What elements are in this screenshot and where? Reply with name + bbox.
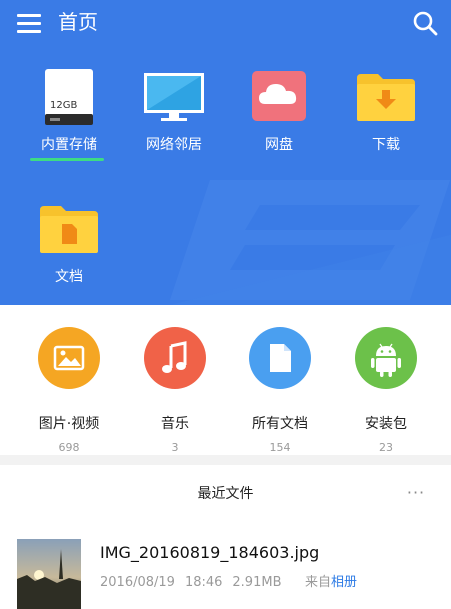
file-name: IMG_20160819_184603.jpg [100, 543, 320, 562]
category-music[interactable]: 音乐 3 [125, 327, 225, 454]
recent-files-title: 最近文件 [197, 486, 254, 502]
category-apk[interactable]: 安装包 23 [336, 327, 436, 454]
header-panel: 首页 12GB 内置存储 网络邻居 网盘 下载 文档 [0, 0, 451, 305]
document-folder-icon [40, 206, 98, 253]
file-size: 2.91MB [232, 575, 282, 590]
storage-badge: 12GB [50, 100, 77, 111]
android-icon [355, 327, 417, 389]
file-source: 来自相册 [305, 575, 357, 591]
category-count: 154 [269, 441, 291, 454]
category-label: 音乐 [161, 416, 189, 432]
music-note-icon [144, 327, 206, 389]
tile-network[interactable]: 网络邻居 [129, 64, 219, 164]
tile-label: 文档 [55, 269, 83, 285]
category-documents[interactable]: 所有文档 154 [230, 327, 330, 454]
tile-label: 下载 [372, 137, 400, 153]
more-dots-icon[interactable]: ··· [404, 483, 428, 503]
selected-indicator [30, 158, 104, 161]
category-images-videos[interactable]: 图片·视频 698 [19, 327, 119, 454]
tile-label: 网络邻居 [146, 137, 202, 153]
tile-label: 网盘 [265, 137, 293, 153]
category-label: 图片·视频 [38, 416, 100, 432]
watermark-logo-icon [170, 180, 451, 305]
app-bar: 首页 [0, 0, 451, 46]
file-date: 2016/08/19 [100, 575, 175, 590]
cloud-icon [252, 71, 306, 121]
file-thumbnail [17, 539, 81, 609]
category-count: 698 [58, 441, 80, 454]
file-meta: 2016/08/19 18:46 2.91MB [100, 575, 282, 591]
recent-files-panel: 最近文件 ··· IMG_20160819_184603.jpg 2016/08 [0, 465, 451, 609]
tile-label: 内置存储 [41, 137, 97, 153]
file-source-link[interactable]: 相册 [331, 575, 357, 590]
document-icon [249, 327, 311, 389]
file-time: 18:46 [184, 575, 223, 590]
category-count: 23 [379, 441, 393, 454]
tile-downloads[interactable]: 下载 [341, 64, 431, 164]
storage-12gb-icon: 12GB [45, 69, 93, 125]
recent-file-row[interactable]: IMG_20160819_184603.jpg 2016/08/19 18:46 2… [0, 527, 451, 609]
page-title: 首页 [58, 10, 98, 34]
tile-internal-storage[interactable]: 12GB 内置存储 [24, 64, 114, 164]
search-icon[interactable] [412, 10, 438, 36]
file-source-prefix: 来自 [305, 575, 332, 590]
category-label: 安装包 [365, 416, 407, 432]
category-panel: 图片·视频 698 音乐 3 所有文档 154 安装包 23 [0, 305, 451, 455]
monitor-icon [144, 73, 204, 121]
tile-documents[interactable]: 文档 [24, 196, 114, 296]
category-label: 所有文档 [252, 416, 308, 432]
hamburger-menu-icon[interactable] [17, 12, 43, 34]
image-icon [38, 327, 100, 389]
download-folder-icon [357, 74, 415, 121]
tile-cloud[interactable]: 网盘 [234, 64, 324, 164]
category-count: 3 [171, 441, 179, 454]
